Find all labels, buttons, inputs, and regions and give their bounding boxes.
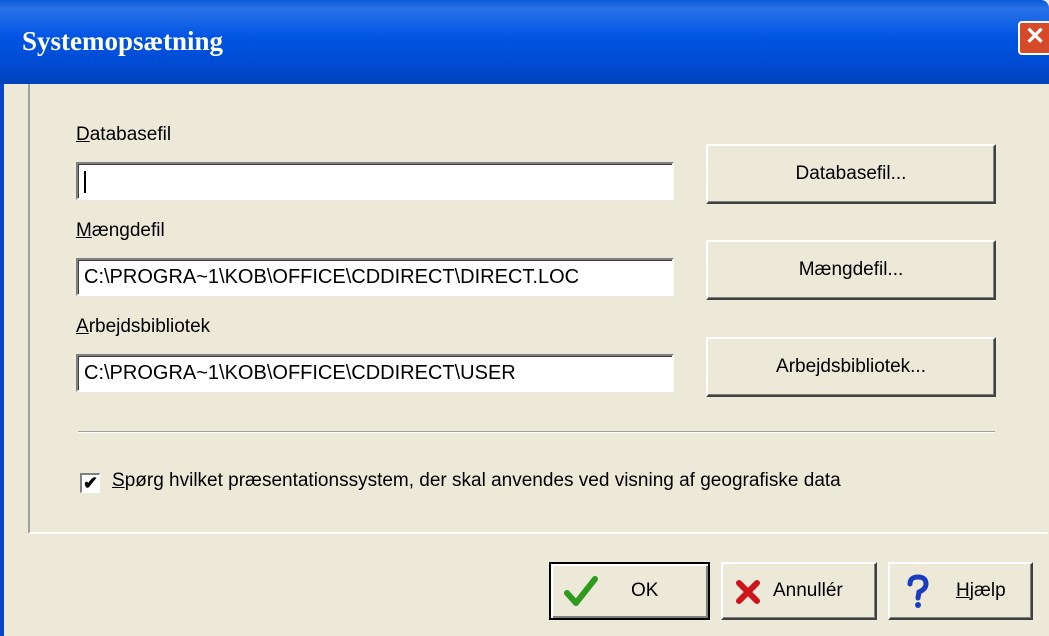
window-frame — [0, 84, 4, 636]
quantity-label: Mængdefil — [76, 220, 165, 242]
checkmark-icon — [564, 576, 598, 606]
workdir-label: Arbejdsbibliotek — [76, 316, 210, 338]
text-caret — [84, 170, 86, 193]
title-bar[interactable]: Systemopsætning ✕ — [0, 0, 1049, 84]
database-field[interactable] — [76, 162, 674, 200]
help-button[interactable]: Hjælp — [888, 562, 1033, 620]
quantity-browse-button[interactable]: Mængdefil... — [706, 240, 996, 300]
close-icon: ✕ — [1024, 23, 1046, 50]
quantity-field[interactable]: C:\PROGRA~1\KOB\OFFICE\CDDIRECT\DIRECT.L… — [76, 258, 674, 296]
database-browse-button[interactable]: Databasefil... — [706, 144, 996, 204]
database-label-mnemonic: D — [76, 124, 90, 145]
question-icon — [907, 574, 929, 608]
option-label-text: pørg hvilket præsentationssystem, der sk… — [124, 470, 841, 491]
quantity-label-mnemonic: M — [76, 220, 92, 241]
close-button[interactable]: ✕ — [1018, 21, 1049, 55]
ok-button[interactable]: OK — [549, 562, 710, 620]
ok-label: OK — [631, 580, 659, 601]
present-option-checkbox[interactable]: ✔ — [80, 473, 100, 493]
workdir-label-text: rbejdsbibliotek — [88, 316, 211, 337]
quantity-label-text: ængdefil — [91, 220, 165, 241]
workdir-field[interactable]: C:\PROGRA~1\KOB\OFFICE\CDDIRECT\USER — [76, 354, 674, 392]
separator — [78, 431, 995, 433]
help-label: Hjælp — [956, 580, 1006, 601]
workdir-browse-button[interactable]: Arbejdsbibliotek... — [706, 337, 996, 397]
option-label-mnemonic: S — [112, 470, 125, 491]
dialog-window: Systemopsætning ✕ Databasefil Databasefi… — [0, 0, 1049, 636]
x-icon — [736, 580, 760, 604]
database-label-text: atabasefil — [89, 124, 172, 145]
cancel-label: Annullér — [773, 580, 843, 601]
window-title: Systemopsætning — [22, 26, 224, 56]
cancel-button[interactable]: Annullér — [721, 562, 877, 620]
workdir-label-mnemonic: A — [76, 316, 89, 337]
present-option-label[interactable]: Spørg hvilket præsentationssystem, der s… — [112, 470, 841, 492]
database-label: Databasefil — [76, 124, 171, 146]
